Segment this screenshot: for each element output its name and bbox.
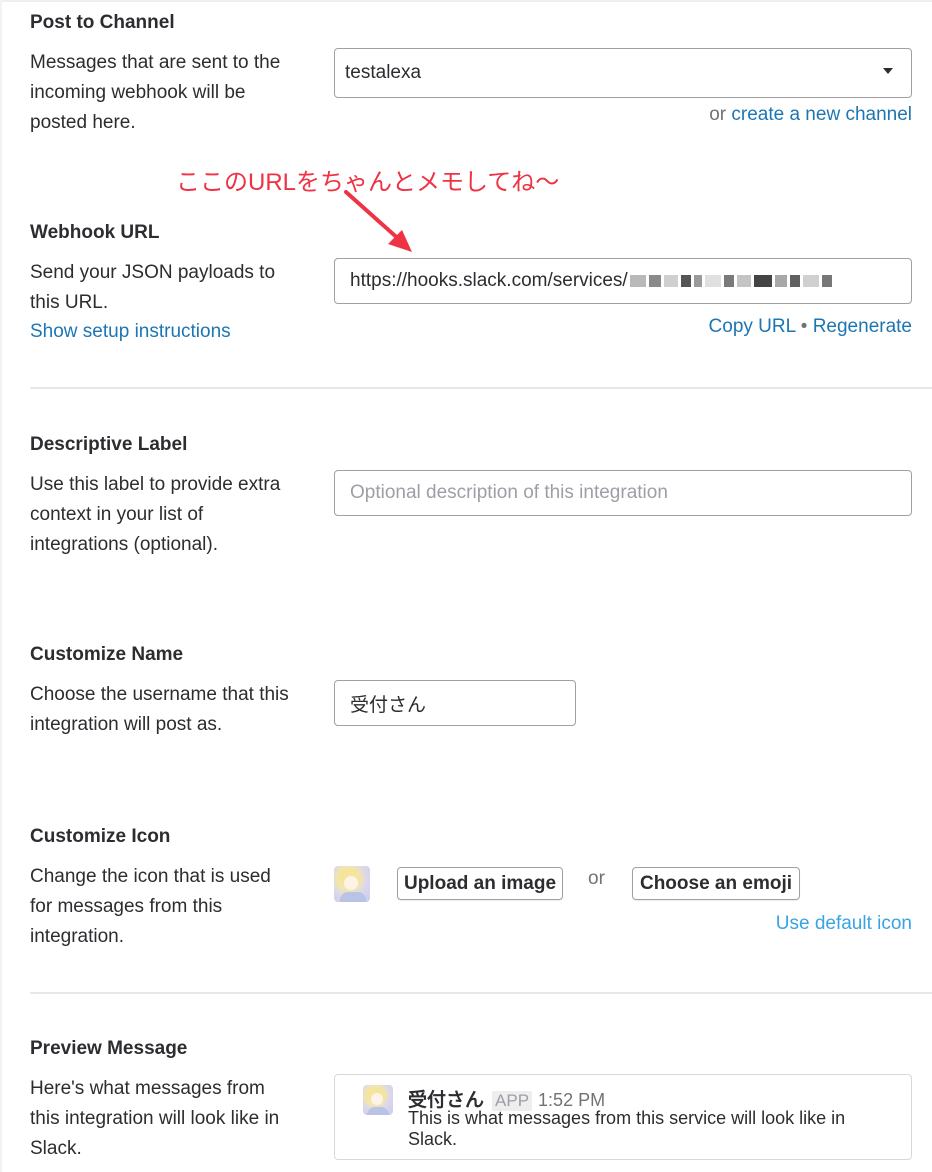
desc-line: context in your list of — [30, 504, 204, 525]
desc-line: integration will post as. — [30, 714, 223, 735]
customize-icon-description: Change the icon that is used for message… — [30, 862, 320, 952]
message-line: Slack. — [408, 1129, 458, 1149]
current-icon-avatar — [334, 866, 370, 902]
descriptive-label-description: Use this label to provide extra context … — [30, 470, 320, 560]
desc-line: Choose the username that this — [30, 684, 289, 705]
message-line: This is what messages from this service … — [408, 1108, 846, 1128]
or-text: or — [709, 104, 727, 125]
descriptive-label-placeholder: Optional description of this integration — [350, 482, 668, 503]
desc-line: Send your JSON payloads to — [30, 262, 276, 283]
desc-line: integration. — [30, 926, 125, 947]
desc-line: integrations (optional). — [30, 534, 218, 555]
channel-select[interactable]: testalexa — [334, 48, 912, 98]
preview-avatar — [363, 1085, 393, 1115]
preview-timestamp: 1:52 PM — [538, 1090, 606, 1110]
or-text: or — [588, 868, 605, 889]
use-default-icon-link[interactable]: Use default icon — [776, 913, 912, 935]
redacted-url-segment — [629, 275, 835, 287]
show-setup-instructions-link[interactable]: Show setup instructions — [30, 321, 231, 343]
webhook-url-heading: Webhook URL — [30, 222, 160, 243]
desc-line: Change the icon that is used — [30, 866, 271, 887]
descriptive-label-heading: Descriptive Label — [30, 434, 188, 455]
copy-url-link[interactable]: Copy URL — [709, 316, 796, 337]
customize-icon-heading: Customize Icon — [30, 826, 171, 847]
webhook-url-value: https://hooks.slack.com/services/ — [350, 270, 628, 291]
integration-settings-page: Post to Channel Messages that are sent t… — [0, 0, 932, 1172]
username-input[interactable]: 受付さん — [334, 680, 576, 726]
bullet-separator: • — [800, 316, 808, 337]
section-divider — [30, 992, 932, 994]
desc-line: Here's what messages from — [30, 1078, 265, 1099]
preview-message-text: This is what messages from this service … — [408, 1108, 903, 1150]
desc-line: Messages that are sent to the — [30, 52, 281, 73]
post-to-channel-heading: Post to Channel — [30, 12, 175, 33]
choose-emoji-button[interactable]: Choose an emoji — [632, 867, 800, 900]
customize-name-heading: Customize Name — [30, 644, 184, 665]
preview-message-heading: Preview Message — [30, 1038, 188, 1059]
desc-line: Use this label to provide extra — [30, 474, 281, 495]
message-preview-box: 受付さん APP 1:52 PM This is what messages fro… — [334, 1074, 912, 1160]
left-border — [0, 0, 2, 1172]
desc-line: this URL. — [30, 292, 109, 313]
username-value: 受付さん — [350, 694, 427, 716]
customize-name-description: Choose the username that this integratio… — [30, 680, 320, 740]
top-border — [0, 0, 932, 2]
webhook-description: Send your JSON payloads to this URL. — [30, 258, 320, 318]
create-channel-row: or create a new channel — [709, 104, 912, 126]
caret-down-icon — [883, 68, 893, 74]
descriptive-label-input[interactable]: Optional description of this integration — [334, 470, 912, 516]
section-divider — [30, 387, 932, 389]
desc-line: Slack. — [30, 1138, 82, 1159]
desc-line: incoming webhook will be — [30, 82, 246, 103]
desc-line: for messages from this — [30, 896, 223, 917]
webhook-actions: Copy URL • Regenerate — [709, 316, 912, 338]
post-to-channel-description: Messages that are sent to the incoming w… — [30, 48, 320, 138]
desc-line: this integration will look like in — [30, 1108, 280, 1129]
annotation-arrow-icon — [344, 190, 412, 252]
channel-select-value: testalexa — [345, 62, 422, 83]
create-channel-link[interactable]: create a new channel — [731, 104, 912, 125]
preview-message-description: Here's what messages from this integrati… — [30, 1074, 330, 1164]
desc-line: posted here. — [30, 112, 136, 133]
regenerate-link[interactable]: Regenerate — [813, 316, 912, 337]
upload-image-button[interactable]: Upload an image — [397, 867, 563, 900]
webhook-url-field[interactable]: https://hooks.slack.com/services/ — [334, 258, 912, 304]
